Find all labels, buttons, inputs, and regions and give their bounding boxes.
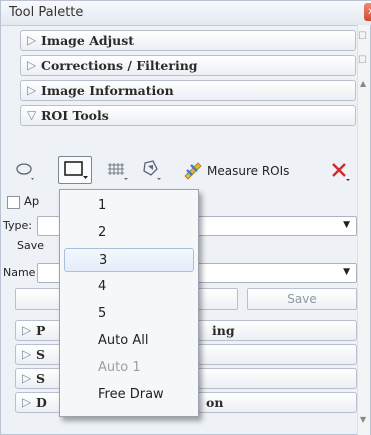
panel-label-suffix: ing bbox=[212, 323, 235, 338]
ellipse-roi-button[interactable] bbox=[15, 157, 37, 183]
ellipse-roi-icon bbox=[16, 163, 34, 180]
name-label: Name bbox=[3, 266, 36, 279]
panel-label-prefix: P bbox=[36, 323, 46, 338]
tool-palette-window: Tool Palette x ☐ ☐ ▲ ▼ ▷ Image Adjust ▷ … bbox=[0, 0, 371, 435]
save-label: Save bbox=[17, 239, 45, 252]
scroll-up-arrow[interactable]: ▲ bbox=[360, 79, 366, 88]
polygon-roi-button[interactable] bbox=[139, 157, 165, 183]
dropdown-item-3[interactable]: 3 bbox=[64, 248, 194, 272]
dropdown-item-5[interactable]: 5 bbox=[60, 302, 198, 326]
apply-label: Ap bbox=[24, 194, 40, 208]
collapsed-triangle-icon: ▷ bbox=[22, 395, 32, 409]
rectangle-count-dropdown: 1 2 3 4 5 Auto All Auto 1 Free Draw bbox=[59, 189, 199, 417]
collapsed-triangle-icon: ▷ bbox=[22, 371, 32, 385]
apply-checkbox[interactable] bbox=[7, 196, 20, 209]
chevron-down-icon: ▼ bbox=[343, 267, 350, 277]
save-button[interactable]: Save bbox=[247, 288, 357, 310]
panel-label: Corrections / Filtering bbox=[41, 58, 198, 73]
expanded-triangle-icon: ▽ bbox=[27, 108, 37, 122]
collapsed-triangle-icon: ▷ bbox=[27, 83, 37, 97]
close-button[interactable]: x bbox=[364, 3, 371, 21]
panel-label-prefix: S bbox=[36, 347, 46, 362]
dropdown-item-2[interactable]: 2 bbox=[60, 221, 198, 245]
dropdown-item-auto-1: Auto 1 bbox=[98, 360, 141, 375]
panel-corrections-filtering[interactable]: ▷ Corrections / Filtering bbox=[20, 55, 356, 76]
panel-options-icon[interactable]: ☐ bbox=[358, 55, 369, 69]
panel-image-adjust[interactable]: ▷ Image Adjust bbox=[20, 30, 356, 51]
panel-options-icon[interactable]: ☐ bbox=[358, 31, 369, 45]
dropdown-item-free-draw[interactable]: Free Draw bbox=[60, 383, 198, 407]
chevron-down-icon: ▼ bbox=[343, 220, 350, 230]
scrollbar[interactable]: ☐ ☐ ▲ ▼ bbox=[357, 25, 370, 435]
measure-icon bbox=[184, 162, 202, 180]
dropdown-item-auto-all[interactable]: Auto All bbox=[60, 329, 198, 353]
panel-image-information[interactable]: ▷ Image Information bbox=[20, 80, 356, 101]
panel-label-suffix: on bbox=[206, 395, 224, 410]
grid-roi-icon bbox=[108, 163, 128, 180]
dropdown-item-1[interactable]: 1 bbox=[60, 194, 198, 218]
panel-label: Image Information bbox=[41, 83, 174, 98]
rectangle-roi-icon bbox=[64, 161, 88, 179]
collapsed-triangle-icon: ▷ bbox=[22, 323, 32, 337]
type-label: Type: bbox=[3, 219, 32, 232]
dropdown-item-4[interactable]: 4 bbox=[60, 275, 198, 299]
clear-roi-button[interactable] bbox=[328, 159, 352, 183]
panel-label-prefix: D bbox=[36, 395, 47, 410]
clear-roi-icon bbox=[332, 163, 350, 181]
collapsed-triangle-icon: ▷ bbox=[27, 33, 37, 47]
rectangle-roi-button[interactable] bbox=[58, 156, 92, 184]
collapsed-triangle-icon: ▷ bbox=[27, 58, 37, 72]
panel-roi-tools[interactable]: ▽ ROI Tools bbox=[20, 105, 356, 126]
title-bar: Tool Palette x bbox=[1, 1, 371, 26]
panel-label: Image Adjust bbox=[41, 33, 135, 48]
measure-rois-label: Measure ROIs bbox=[207, 164, 290, 178]
collapsed-triangle-icon: ▷ bbox=[22, 347, 32, 361]
roi-toolbar: Measure ROIs bbox=[15, 153, 360, 189]
window-title: Tool Palette bbox=[9, 5, 84, 20]
grid-roi-button[interactable] bbox=[106, 157, 132, 183]
panel-label: ROI Tools bbox=[41, 108, 109, 123]
measure-rois-button[interactable]: Measure ROIs bbox=[183, 160, 303, 182]
polygon-roi-icon bbox=[143, 160, 161, 180]
scroll-down-arrow[interactable]: ▼ bbox=[360, 415, 366, 424]
panel-label-prefix: S bbox=[36, 371, 46, 386]
